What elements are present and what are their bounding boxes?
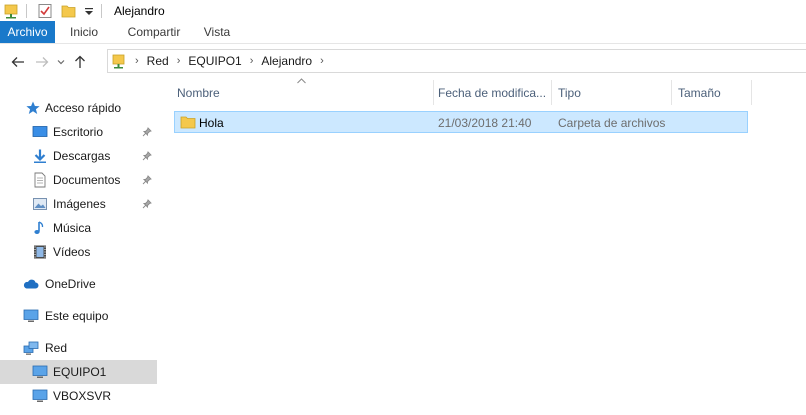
- file-date: 21/03/2018 21:40: [438, 116, 532, 130]
- title-bar: Alejandro: [0, 0, 806, 21]
- file-type: Carpeta de archivos: [558, 116, 666, 130]
- chevron-right-icon[interactable]: ›: [320, 55, 324, 67]
- pin-icon[interactable]: [142, 175, 152, 185]
- pin-icon[interactable]: [142, 151, 152, 161]
- folder-network-icon[interactable]: [4, 3, 20, 19]
- folder-icon: [180, 114, 196, 130]
- sidebar-item-label: Descargas: [53, 149, 111, 163]
- breadcrumb-red[interactable]: Red: [147, 54, 169, 68]
- ribbon-tabs: Archivo Inicio Compartir Vista: [0, 21, 806, 44]
- computer-icon: [32, 388, 48, 404]
- navigation-pane: Acceso rápido Escritorio Descargas Docum…: [0, 80, 157, 415]
- table-row[interactable]: Hola 21/03/2018 21:40 Carpeta de archivo…: [174, 111, 748, 133]
- forward-button[interactable]: [30, 50, 54, 74]
- pictures-icon: [32, 196, 48, 212]
- sidebar-item-label: Vídeos: [53, 245, 91, 259]
- video-icon: [32, 244, 48, 260]
- sidebar-item-descargas[interactable]: Descargas: [0, 144, 157, 168]
- download-icon: [32, 148, 48, 164]
- new-folder-icon[interactable]: [61, 3, 77, 19]
- address-bar[interactable]: › Red › EQUIPO1 › Alejandro ›: [107, 49, 806, 73]
- desktop-icon: [32, 124, 48, 140]
- chevron-right-icon[interactable]: ›: [177, 55, 181, 67]
- sidebar-item-label: Música: [53, 221, 92, 235]
- network-icon: [23, 340, 39, 356]
- column-header-type[interactable]: Tipo: [558, 80, 581, 105]
- music-icon: [32, 220, 48, 236]
- sidebar-item-label: Red: [45, 341, 68, 355]
- column-divider[interactable]: [551, 80, 552, 105]
- sidebar-item-label: Este equipo: [45, 309, 109, 323]
- sort-ascending-icon: [297, 76, 306, 86]
- tab-archivo[interactable]: Archivo: [0, 21, 55, 43]
- document-icon: [32, 172, 48, 188]
- sidebar-item-documentos[interactable]: Documentos: [0, 168, 157, 192]
- toolbar-separator: [26, 3, 27, 18]
- column-header-name[interactable]: Nombre: [177, 80, 220, 105]
- sidebar-item-quick-access[interactable]: Acceso rápido: [0, 96, 157, 120]
- column-header-size[interactable]: Tamaño: [678, 80, 721, 105]
- pin-icon[interactable]: [142, 199, 152, 209]
- navigation-bar: › Red › EQUIPO1 › Alejandro ›: [0, 44, 806, 80]
- sidebar-item-label: OneDrive: [45, 277, 96, 291]
- sidebar-item-equipo1[interactable]: EQUIPO1: [0, 360, 157, 384]
- cloud-icon: [23, 276, 39, 292]
- folder-network-icon: [111, 53, 127, 69]
- sidebar-item-label: Escritorio: [53, 125, 104, 139]
- file-name: Hola: [199, 116, 224, 130]
- sidebar-item-videos[interactable]: Vídeos: [0, 240, 157, 264]
- sidebar-item-red[interactable]: Red: [0, 336, 157, 360]
- computer-icon: [23, 308, 39, 324]
- recent-locations-button[interactable]: [54, 50, 68, 74]
- column-header-date[interactable]: Fecha de modifica...: [438, 80, 546, 105]
- breadcrumb-alejandro[interactable]: Alejandro: [261, 54, 312, 68]
- sidebar-item-label: Imágenes: [53, 197, 106, 211]
- sidebar-item-label: Acceso rápido: [45, 101, 122, 115]
- back-button[interactable]: [6, 50, 30, 74]
- sidebar-item-escritorio[interactable]: Escritorio: [0, 120, 157, 144]
- properties-icon[interactable]: [37, 3, 53, 19]
- sidebar-item-label: VBOXSVR: [53, 389, 112, 403]
- sidebar-item-vboxsvr[interactable]: VBOXSVR: [0, 384, 157, 408]
- sidebar-item-musica[interactable]: Música: [0, 216, 157, 240]
- sidebar-item-imagenes[interactable]: Imágenes: [0, 192, 157, 216]
- file-list: Nombre Fecha de modifica... Tipo Tamaño …: [157, 78, 806, 415]
- sidebar-item-label: EQUIPO1: [53, 365, 107, 379]
- tab-inicio[interactable]: Inicio: [55, 21, 113, 43]
- window-title: Alejandro: [114, 3, 165, 18]
- chevron-right-icon[interactable]: ›: [135, 55, 139, 67]
- breadcrumb-equipo1[interactable]: EQUIPO1: [188, 54, 241, 68]
- toolbar-separator: [101, 3, 102, 18]
- tab-vista[interactable]: Vista: [195, 21, 239, 43]
- sidebar-item-este-equipo[interactable]: Este equipo: [0, 304, 157, 328]
- computer-icon: [32, 364, 48, 380]
- sidebar-item-onedrive[interactable]: OneDrive: [0, 272, 157, 296]
- pin-icon[interactable]: [142, 127, 152, 137]
- customize-toolbar-icon[interactable]: [83, 3, 95, 19]
- column-divider[interactable]: [671, 80, 672, 105]
- up-button[interactable]: [68, 50, 92, 74]
- chevron-right-icon[interactable]: ›: [250, 55, 254, 67]
- sidebar-item-label: Documentos: [53, 173, 121, 187]
- column-divider[interactable]: [751, 80, 752, 105]
- tab-compartir[interactable]: Compartir: [113, 21, 195, 43]
- star-icon: [25, 100, 41, 116]
- column-divider[interactable]: [433, 80, 434, 105]
- quick-access-toolbar: [0, 0, 108, 21]
